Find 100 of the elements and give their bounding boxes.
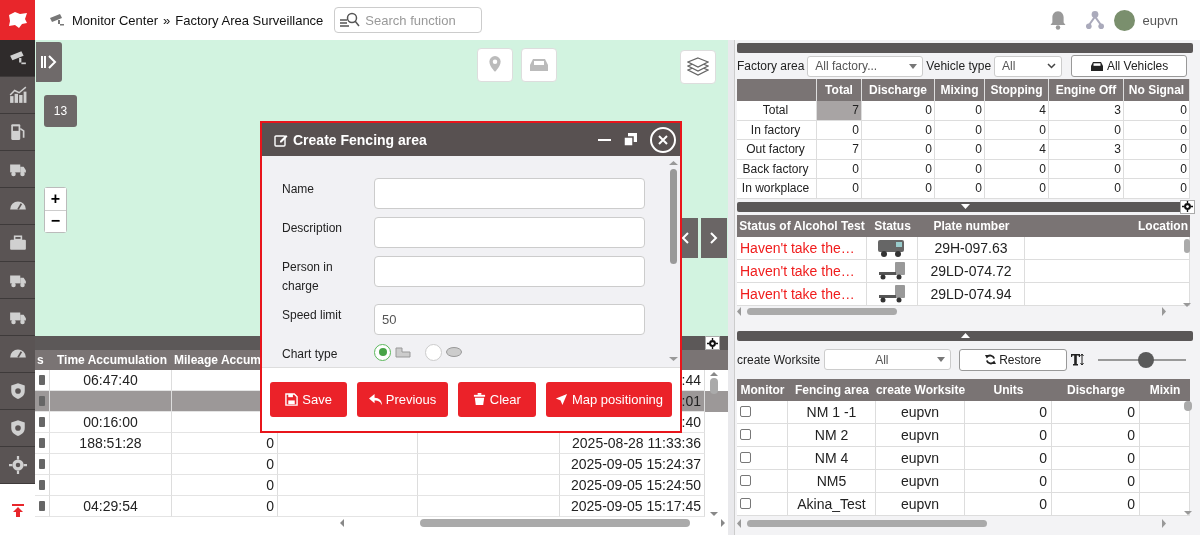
table-cell: NM 4 <box>788 446 876 470</box>
column-header: Location <box>1025 214 1190 237</box>
column-header: Mixin <box>1140 378 1190 401</box>
table-cell: 0 <box>172 475 278 496</box>
breadcrumb-item[interactable]: Monitor Center <box>72 12 158 28</box>
sidebar-item[interactable] <box>0 114 35 151</box>
caret-up-icon[interactable] <box>960 333 970 338</box>
factory-area-select[interactable]: All factory... <box>807 55 924 77</box>
input-field[interactable] <box>374 178 645 209</box>
input-field[interactable] <box>374 217 645 248</box>
table-cell: 0 <box>172 454 278 475</box>
column-header: Discharge <box>1052 378 1140 401</box>
all-vehicles-button[interactable]: All Vehicles <box>1071 55 1188 77</box>
restore-button[interactable] <box>624 133 637 146</box>
table-cell: 0 <box>935 159 985 179</box>
select-value: All <box>875 352 889 367</box>
user-name[interactable]: eupvn <box>1142 12 1178 28</box>
settings-button[interactable] <box>705 336 720 350</box>
cctv-camera-icon <box>8 49 27 67</box>
car-icon <box>529 57 549 73</box>
zoom-level-badge: 13 <box>44 95 77 127</box>
truck-icon <box>877 260 907 281</box>
sidebar-item[interactable] <box>0 336 35 373</box>
table-cell: 0 <box>965 400 1052 424</box>
refresh-icon <box>985 354 997 365</box>
table-cell: 0 <box>985 159 1049 179</box>
settings-icon <box>1182 201 1193 212</box>
vehicle-icon <box>38 416 46 428</box>
table-cell: 0 <box>1052 469 1140 493</box>
close-button[interactable] <box>650 126 676 153</box>
vehicle-icon <box>38 374 46 386</box>
search-field[interactable]: Search function <box>334 7 483 33</box>
column-header: Time Accumulation <box>56 352 168 369</box>
sidebar-item[interactable] <box>0 40 35 77</box>
table-cell: 0 <box>965 492 1052 516</box>
row-label: In factory <box>737 120 817 140</box>
caret-down-icon[interactable] <box>960 204 970 209</box>
radio-button[interactable] <box>425 343 442 361</box>
table-cell: NM5 <box>788 469 876 493</box>
table-cell: Akina_Test <box>788 492 876 516</box>
sidebar-item[interactable] <box>0 151 35 188</box>
table-cell: 7 <box>817 101 862 121</box>
column-header: s <box>36 352 45 369</box>
vehicle-icon <box>38 479 46 491</box>
table-cell <box>1140 469 1190 493</box>
column-header: Monitor <box>737 378 788 401</box>
checkbox[interactable] <box>740 429 751 440</box>
checkbox[interactable] <box>740 406 751 417</box>
settings-button[interactable] <box>1180 199 1195 214</box>
table-cell: 0 <box>862 159 935 179</box>
row-label: Total <box>737 101 817 121</box>
map-logo-icon <box>6 11 29 29</box>
checkbox[interactable] <box>740 498 751 509</box>
zoom-in-button[interactable]: + <box>45 188 66 211</box>
sidebar-item[interactable] <box>0 299 35 336</box>
car-icon <box>1089 60 1104 72</box>
radio-button[interactable] <box>374 343 391 361</box>
sidebar-item[interactable] <box>0 447 35 484</box>
avatar[interactable] <box>1113 9 1135 31</box>
next-arrow-button[interactable] <box>701 218 727 258</box>
row-label: Back factory <box>737 159 817 179</box>
vehicle-icon <box>38 500 46 512</box>
sidebar-item[interactable] <box>0 188 35 225</box>
breadcrumb-separator: » <box>163 12 171 28</box>
sidebar-item[interactable] <box>0 77 35 114</box>
table-cell: 4 <box>985 101 1049 121</box>
input-field[interactable] <box>374 256 645 287</box>
sidebar-item[interactable] <box>0 373 35 410</box>
truck-icon <box>877 237 907 258</box>
previous-button[interactable]: Previous <box>357 382 448 417</box>
scroll-to-top-button[interactable] <box>0 484 35 535</box>
save-button[interactable]: Save <box>270 382 348 417</box>
column-header: Engine Off <box>1049 79 1124 101</box>
vertical-scrollbar <box>1183 238 1191 307</box>
checkbox[interactable] <box>740 452 751 463</box>
chevron-right-icon <box>710 232 718 244</box>
clear-button[interactable]: Clear <box>457 382 536 417</box>
layers-icon <box>687 57 709 77</box>
collapse-button[interactable] <box>36 42 62 82</box>
table-cell: 2025-09-05 15:24:50 <box>560 475 705 496</box>
filter-label: Factory area <box>737 59 805 73</box>
breadcrumb-item[interactable]: Factory Area Surveillance <box>175 12 324 28</box>
sidebar-item[interactable] <box>0 262 35 299</box>
table-cell: 7 <box>817 140 862 160</box>
map-positioning-button[interactable]: Map positioning <box>546 382 672 417</box>
table-cell: 0 <box>862 179 935 199</box>
vehicle-type-select[interactable]: All <box>994 55 1063 77</box>
checkbox[interactable] <box>740 475 751 486</box>
select-value: All <box>1002 59 1016 73</box>
table-cell: 00:16:00 <box>50 412 172 433</box>
layers-button[interactable] <box>680 50 716 84</box>
restore-button[interactable]: Restore <box>959 348 1068 371</box>
slider-thumb[interactable] <box>1137 351 1154 368</box>
worksite-select[interactable]: All <box>824 349 952 370</box>
sidebar-item[interactable] <box>0 410 35 447</box>
sidebar-item[interactable] <box>0 225 35 262</box>
fuel-pump-icon <box>8 123 27 141</box>
table-cell: 0 <box>935 101 985 121</box>
input-field[interactable]: 50 <box>374 304 645 335</box>
column-header: No Signal <box>1124 79 1190 101</box>
